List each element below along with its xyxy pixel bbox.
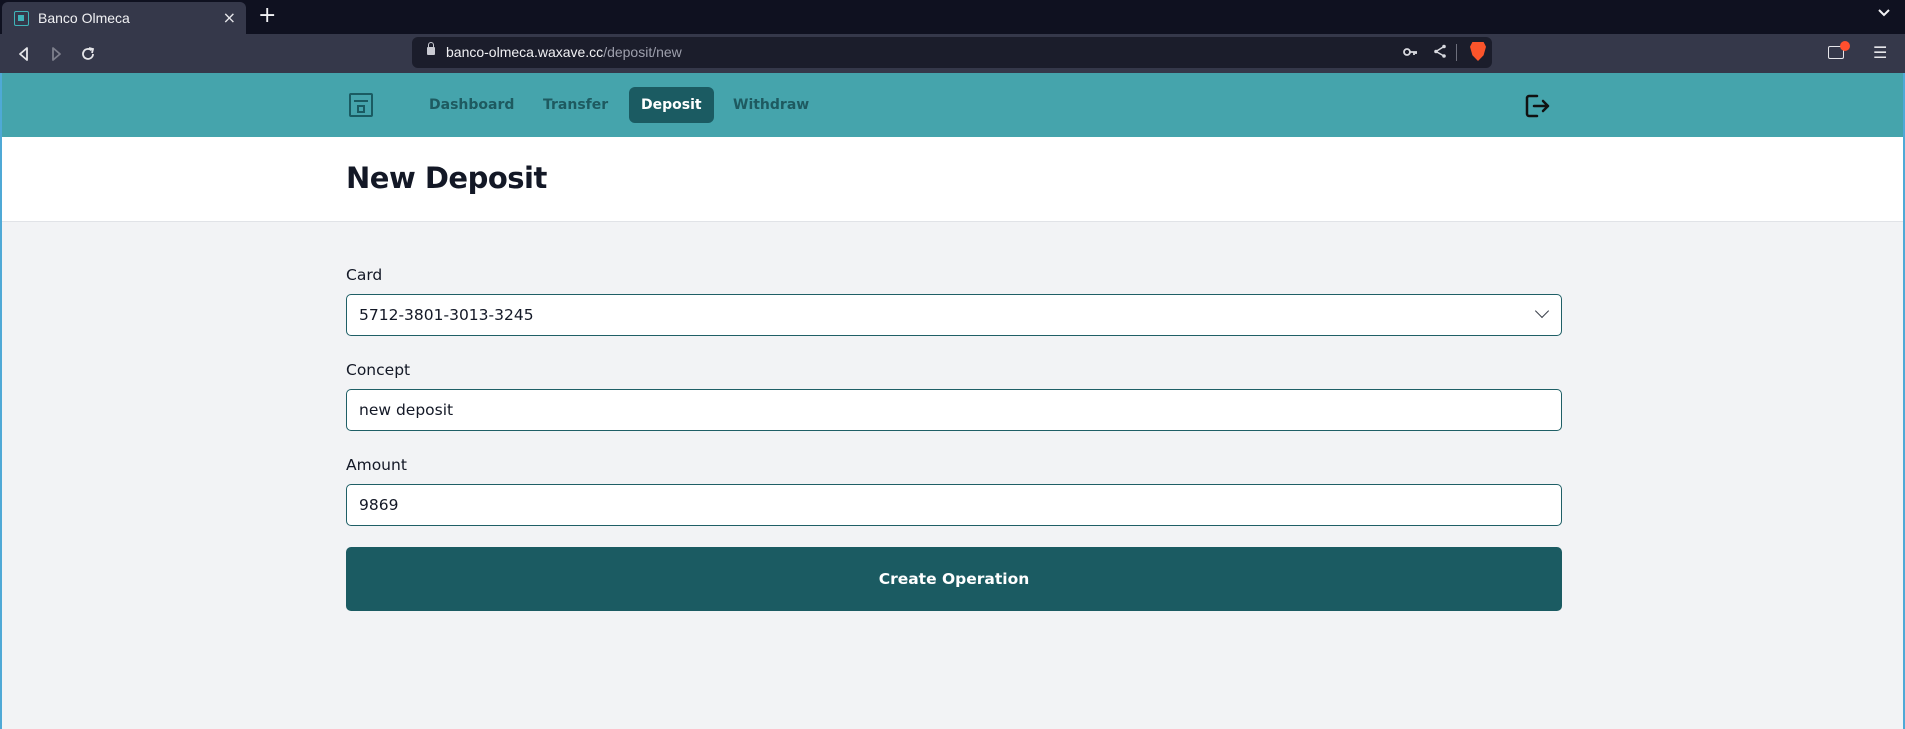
tab-list-chevron-icon[interactable] xyxy=(1877,5,1891,23)
amount-label: Amount xyxy=(346,456,407,474)
card-select-value: 5712-3801-3013-3245 xyxy=(359,306,534,324)
logout-icon[interactable] xyxy=(1523,92,1551,120)
wallet-notification-badge xyxy=(1840,41,1850,51)
address-bar[interactable]: banco-olmeca.waxave.cc/deposit/new xyxy=(412,37,1492,68)
nav-dashboard[interactable]: Dashboard xyxy=(417,87,526,123)
tab-title: Banco Olmeca xyxy=(38,10,130,26)
concept-input[interactable]: new deposit xyxy=(346,389,1562,431)
brave-shield-icon[interactable] xyxy=(1470,42,1486,61)
bank-favicon-icon xyxy=(14,10,29,26)
browser-toolbar: banco-olmeca.waxave.cc/deposit/new ☰ xyxy=(0,34,1905,73)
app-navbar: Dashboard Transfer Deposit Withdraw xyxy=(2,73,1903,137)
url-separator xyxy=(1456,44,1457,61)
amount-input-value: 9869 xyxy=(359,496,399,514)
browser-tabstrip: Banco Olmeca × + xyxy=(0,0,1905,34)
page-title: New Deposit xyxy=(346,161,547,195)
card-label: Card xyxy=(346,266,383,284)
card-select[interactable]: 5712-3801-3013-3245 xyxy=(346,294,1562,336)
concept-input-value: new deposit xyxy=(359,401,454,419)
close-tab-icon[interactable]: × xyxy=(223,8,236,27)
bank-logo-icon[interactable] xyxy=(349,93,373,117)
amount-input[interactable]: 9869 xyxy=(346,484,1562,526)
create-operation-button[interactable]: Create Operation xyxy=(346,547,1562,611)
chevron-down-icon xyxy=(1534,303,1550,319)
concept-label: Concept xyxy=(346,361,411,379)
nav-withdraw[interactable]: Withdraw xyxy=(721,87,821,123)
nav-transfer[interactable]: Transfer xyxy=(531,87,620,123)
menu-icon[interactable]: ☰ xyxy=(1873,43,1887,62)
new-tab-button[interactable]: + xyxy=(258,3,276,28)
key-icon[interactable] xyxy=(1402,43,1418,63)
browser-tab[interactable]: Banco Olmeca × xyxy=(2,2,246,34)
nav-deposit[interactable]: Deposit xyxy=(629,87,714,123)
forward-icon[interactable] xyxy=(44,42,68,66)
page-header: New Deposit xyxy=(2,137,1903,222)
lock-icon xyxy=(427,42,435,55)
reload-icon[interactable] xyxy=(76,42,100,66)
page: Dashboard Transfer Deposit Withdraw New … xyxy=(0,73,1905,729)
url-text: banco-olmeca.waxave.cc/deposit/new xyxy=(446,44,682,60)
share-icon[interactable] xyxy=(1432,43,1448,63)
back-icon[interactable] xyxy=(12,42,36,66)
